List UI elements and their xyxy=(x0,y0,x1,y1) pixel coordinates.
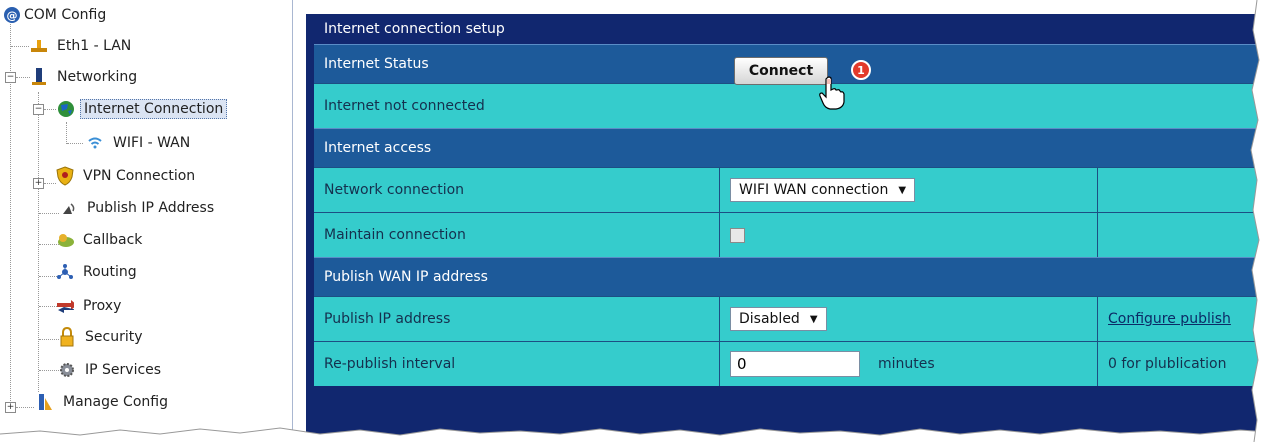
field-label: Network connection xyxy=(314,168,720,212)
internet-status-row: Internet not connected xyxy=(314,83,1269,128)
connect-button[interactable]: Connect xyxy=(734,57,828,85)
network-cable-icon xyxy=(30,68,48,86)
sidebar-item-label: Manage Config xyxy=(63,394,168,410)
gear-icon xyxy=(58,361,76,379)
sidebar-item-routing[interactable]: Routing xyxy=(56,260,140,284)
dropdown-arrow-icon: ▼ xyxy=(809,313,818,325)
expand-manage-config-toggle[interactable]: + xyxy=(5,402,16,413)
sidebar-item-eth1-lan[interactable]: Eth1 - LAN xyxy=(30,34,134,58)
status-text: Internet not connected xyxy=(324,98,485,114)
sidebar-item-callback[interactable]: Callback xyxy=(56,228,145,252)
navigation-tree: @ COM Config Eth1 - LAN − Networking − I… xyxy=(0,0,293,442)
configure-publish-link[interactable]: Configure publish xyxy=(1108,311,1231,327)
sidebar-item-security[interactable]: Security xyxy=(58,325,146,349)
lock-icon xyxy=(58,327,76,347)
section-label: Publish WAN IP address xyxy=(324,269,488,285)
internet-access-header: Internet access xyxy=(314,128,1269,167)
expand-internet-connection-toggle[interactable]: − xyxy=(33,104,44,115)
sidebar-item-ip-services[interactable]: IP Services xyxy=(58,358,164,382)
selected-value: WIFI WAN connection xyxy=(739,182,889,198)
shield-icon xyxy=(56,166,74,186)
tree-root-com-config[interactable]: @ COM Config xyxy=(4,5,106,25)
sidebar-item-label: Proxy xyxy=(83,298,122,314)
lan-icon xyxy=(30,37,48,55)
publish-ip-select[interactable]: Disabled ▼ xyxy=(730,307,827,331)
selected-value: Disabled xyxy=(739,311,800,327)
step-number-badge: 1 xyxy=(851,60,871,80)
hand-cursor-icon xyxy=(818,76,846,114)
network-connection-row: Network connection WIFI WAN connection ▼ xyxy=(314,167,1269,212)
section-label: Internet access xyxy=(324,140,432,156)
field-label: Re-publish interval xyxy=(314,342,720,386)
dropdown-arrow-icon: ▼ xyxy=(898,184,907,196)
unit-label: minutes xyxy=(878,356,935,372)
network-connection-select[interactable]: WIFI WAN connection ▼ xyxy=(730,178,916,202)
sidebar-item-label: VPN Connection xyxy=(83,168,196,184)
field-label: Maintain connection xyxy=(314,213,720,257)
tree-root-label: COM Config xyxy=(24,7,107,23)
expand-vpn-connection-toggle[interactable]: + xyxy=(33,178,44,189)
sidebar-item-wifi-wan[interactable]: WIFI - WAN xyxy=(86,131,193,155)
sidebar-item-label: Internet Connection xyxy=(80,99,228,119)
sidebar-item-publish-ip-address[interactable]: Publish IP Address xyxy=(60,196,217,220)
republish-hint: 0 for plublication xyxy=(1108,356,1227,372)
sidebar-item-proxy[interactable]: Proxy xyxy=(56,294,124,318)
sidebar-item-label: Eth1 - LAN xyxy=(57,38,132,54)
expand-networking-toggle[interactable]: − xyxy=(5,72,16,83)
sidebar-item-label: Security xyxy=(85,329,143,345)
antenna-icon xyxy=(60,199,78,217)
sidebar-item-label: Publish IP Address xyxy=(87,200,215,216)
sidebar-item-networking[interactable]: Networking xyxy=(30,65,140,89)
sidebar-item-label: IP Services xyxy=(85,362,162,378)
sidebar-item-vpn-connection[interactable]: VPN Connection xyxy=(56,164,198,188)
config-icon xyxy=(36,393,54,411)
panel-title: Internet connection setup xyxy=(314,14,1269,44)
button-label: Connect xyxy=(748,63,814,79)
sidebar-item-manage-config[interactable]: Manage Config xyxy=(36,390,171,414)
sidebar-item-internet-connection[interactable]: Internet Connection xyxy=(56,97,228,121)
torn-edge-right xyxy=(1250,0,1269,442)
wifi-icon xyxy=(86,134,104,152)
section-label: Internet Status xyxy=(324,56,429,72)
routing-icon xyxy=(56,263,74,281)
proxy-arrows-icon xyxy=(56,297,74,315)
field-label: Publish IP address xyxy=(314,297,720,341)
sidebar-item-label: Routing xyxy=(83,264,137,280)
maintain-connection-row: Maintain connection xyxy=(314,212,1269,257)
sidebar-item-label: Networking xyxy=(57,69,138,85)
step-number: 1 xyxy=(857,63,865,77)
callback-icon xyxy=(56,231,74,249)
publish-ip-row: Publish IP address Disabled ▼ Configure … xyxy=(314,296,1269,341)
globe-icon xyxy=(56,100,74,118)
publish-wan-ip-header: Publish WAN IP address xyxy=(314,257,1269,296)
com-config-icon: @ xyxy=(4,7,20,23)
republish-interval-row: Re-publish interval minutes 0 for plubli… xyxy=(314,341,1269,386)
maintain-connection-checkbox[interactable] xyxy=(730,227,745,243)
sidebar-item-label: Callback xyxy=(83,232,143,248)
sidebar-item-label: WIFI - WAN xyxy=(113,135,191,151)
republish-interval-input[interactable] xyxy=(730,351,860,377)
torn-edge-bottom xyxy=(0,427,1269,442)
